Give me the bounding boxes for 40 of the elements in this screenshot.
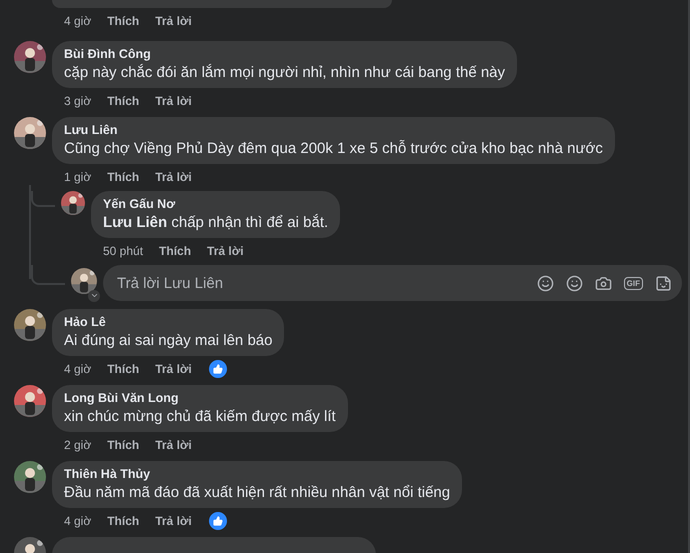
reply-link[interactable]: Trả lời	[207, 244, 244, 258]
like-link[interactable]: Thích	[107, 14, 140, 28]
commenter-name[interactable]: Long Bùi Văn Long	[64, 391, 336, 406]
chevron-down-icon[interactable]	[88, 290, 100, 302]
emoji-icon[interactable]	[536, 274, 554, 292]
comment-text: Ai đúng ai sai ngày mai lên báo	[64, 331, 272, 350]
reply-input[interactable]: Trả lời Lưu Liên GIF	[103, 265, 682, 301]
comment-time: 4 giờ	[64, 362, 92, 376]
smiley-icon[interactable]	[566, 274, 583, 292]
comment-text: Đầu năm mã đáo đã xuất hiện rất nhiều nhân vật nổi tiếng	[64, 483, 450, 502]
reply-link[interactable]: Trả lời	[155, 170, 192, 184]
like-link[interactable]: Thích	[107, 170, 140, 184]
commenter-name[interactable]: Hảo Lê	[64, 315, 272, 330]
reply-link[interactable]: Trả lời	[155, 362, 192, 376]
commenter-name[interactable]: Thiên Hà Thủy	[64, 467, 450, 482]
reply-link[interactable]: Trả lời	[155, 514, 192, 528]
gif-button[interactable]: GIF	[624, 276, 643, 290]
like-link[interactable]: Thích	[107, 362, 140, 376]
comment-time: 3 giờ	[64, 94, 92, 108]
commenter-name[interactable]: Lưu Liên	[64, 123, 603, 138]
camera-icon[interactable]	[594, 274, 612, 292]
sticker-icon[interactable]	[655, 274, 672, 292]
like-link[interactable]: Thích	[159, 244, 192, 258]
comment-text: Cũng chợ Viềng Phủ Dày đêm qua 200k 1 xe 5 chỗ trước cửa kho bạc nhà nước	[64, 139, 603, 158]
comment-time: 4 giờ	[64, 514, 92, 528]
like-link[interactable]: Thích	[107, 514, 140, 528]
comment-text: cặp này chắc đói ăn lắm mọi người nhỉ, nhìn như cái bang thế này	[64, 63, 506, 82]
comment-time: 2 giờ	[64, 438, 92, 452]
comment-time: 1 giờ	[64, 170, 92, 184]
comment-time: 50 phút	[103, 244, 144, 258]
reply-link[interactable]: Trả lời	[155, 94, 192, 108]
like-link[interactable]: Thích	[107, 94, 140, 108]
reply-text: Lưu Liên chấp nhận thì để ai bắt.	[103, 213, 328, 232]
like-link[interactable]: Thích	[107, 438, 140, 452]
comment-text: xin chúc mừng chủ đã kiếm được mấy lít	[64, 407, 336, 426]
comment-time: 4 giờ	[64, 14, 92, 28]
reply-link[interactable]: Trả lời	[155, 438, 192, 452]
commenter-name[interactable]: Bùi Đình Công	[64, 47, 506, 62]
reply-link[interactable]: Trả lời	[155, 14, 192, 28]
commenter-name[interactable]: Yến Gấu Nơ	[103, 197, 328, 212]
